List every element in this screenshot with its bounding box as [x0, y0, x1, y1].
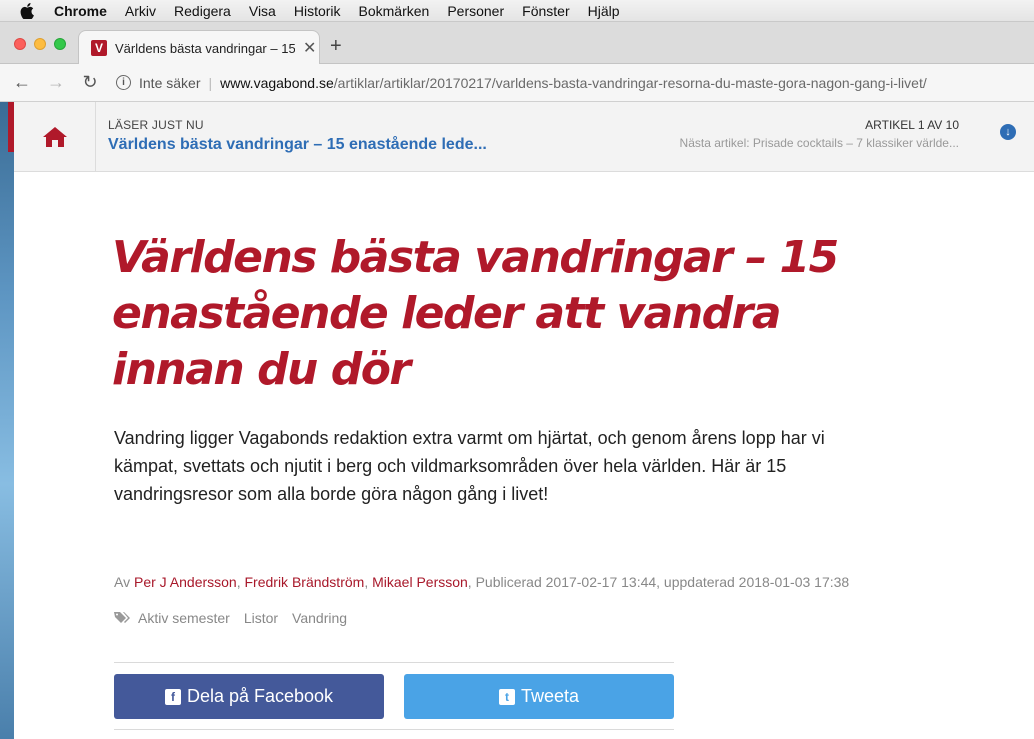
twitter-icon: t	[498, 688, 515, 705]
article-lede: Vandring ligger Vagabonds redaktion extr…	[114, 428, 825, 504]
author-link[interactable]: Per J Andersson	[134, 574, 237, 590]
tab-close-icon[interactable]: ✕	[303, 38, 316, 58]
url-path: /artiklar/artiklar/20170217/varldens-bas…	[333, 74, 927, 91]
menu-historik[interactable]: Historik	[294, 3, 341, 19]
byline-prefix: Av	[114, 574, 134, 590]
left-background-strip	[0, 102, 14, 739]
byline: Av Per J Andersson, Fredrik Brändström, …	[114, 574, 850, 590]
tag-link[interactable]: Aktiv semester	[138, 610, 230, 626]
reload-icon[interactable]: ↻	[78, 72, 102, 93]
reading-now-title[interactable]: Världens bästa vandringar – 15 enaståend…	[108, 136, 487, 154]
tag-list: Aktiv semester Listor Vandring	[114, 610, 361, 626]
reading-now-bar: LÄSER JUST NU Världens bästa vandringar …	[14, 102, 1034, 172]
tab-title: Världens bästa vandringar – 15	[115, 40, 295, 56]
tags-icon	[114, 611, 130, 625]
forward-arrow-icon[interactable]: →	[44, 72, 68, 93]
divider	[114, 729, 674, 730]
browser-toolbar: ← → ↻ i Inte säker | www.vagabond.se/art…	[0, 64, 1034, 102]
tab-strip: V Världens bästa vandringar – 15 ✕ +	[0, 22, 1034, 65]
share-twitter-button[interactable]: t Tweeta	[404, 674, 674, 719]
publish-dates: Publicerad 2017-02-17 13:44, uppdaterad …	[475, 574, 850, 590]
info-icon[interactable]: i	[116, 75, 131, 90]
menu-arkiv[interactable]: Arkiv	[125, 3, 156, 19]
menu-redigera[interactable]: Redigera	[174, 3, 231, 19]
arrow-down-circle-icon[interactable]: ↓	[1000, 124, 1016, 140]
home-button[interactable]	[14, 102, 96, 172]
menu-app-name[interactable]: Chrome	[54, 3, 107, 19]
tag-link[interactable]: Listor	[244, 610, 278, 626]
menu-fonster[interactable]: Fönster	[522, 3, 569, 19]
minimize-window-button[interactable]	[34, 38, 46, 50]
vagabond-favicon-icon: V	[91, 40, 107, 56]
menu-bokmarken[interactable]: Bokmärken	[359, 3, 430, 19]
back-arrow-icon[interactable]: ←	[10, 72, 34, 93]
facebook-icon: f	[164, 688, 181, 705]
maximize-window-button[interactable]	[54, 38, 66, 50]
article-headline: Världens bästa vandringar – 15 enaståend…	[112, 232, 839, 395]
macos-menu-bar: Chrome Arkiv Redigera Visa Historik Bokm…	[0, 0, 1034, 22]
article-counter: ARTIKEL 1 AV 10	[865, 118, 959, 132]
page-content: LÄSER JUST NU Världens bästa vandringar …	[0, 102, 1034, 739]
share-facebook-button[interactable]: f Dela på Facebook	[114, 674, 384, 719]
reading-now-label: LÄSER JUST NU	[108, 118, 204, 132]
next-article-link[interactable]: Nästa artikel: Prisade cocktails – 7 kla…	[680, 136, 959, 150]
menu-visa[interactable]: Visa	[249, 3, 276, 19]
author-link[interactable]: Fredrik Brändström	[245, 574, 365, 590]
menu-hjalp[interactable]: Hjälp	[588, 3, 620, 19]
share-twitter-label: Tweeta	[520, 686, 580, 706]
menu-personer[interactable]: Personer	[447, 3, 504, 19]
new-tab-plus-icon[interactable]: +	[330, 36, 342, 56]
author-link[interactable]: Mikael Persson	[372, 574, 468, 590]
share-facebook-label: Dela på Facebook	[186, 686, 334, 706]
omnibox-separator: |	[208, 74, 213, 91]
home-icon	[42, 127, 67, 147]
divider	[114, 662, 674, 663]
close-window-button[interactable]	[14, 38, 26, 50]
address-bar[interactable]: i Inte säker | www.vagabond.se/artiklar/…	[116, 75, 927, 91]
tag-link[interactable]: Vandring	[292, 610, 347, 626]
security-status: Inte säker	[139, 74, 201, 91]
browser-tab[interactable]: V Världens bästa vandringar – 15 ✕	[78, 30, 320, 65]
url-domain: www.vagabond.se	[220, 74, 334, 91]
apple-icon[interactable]	[20, 2, 38, 19]
